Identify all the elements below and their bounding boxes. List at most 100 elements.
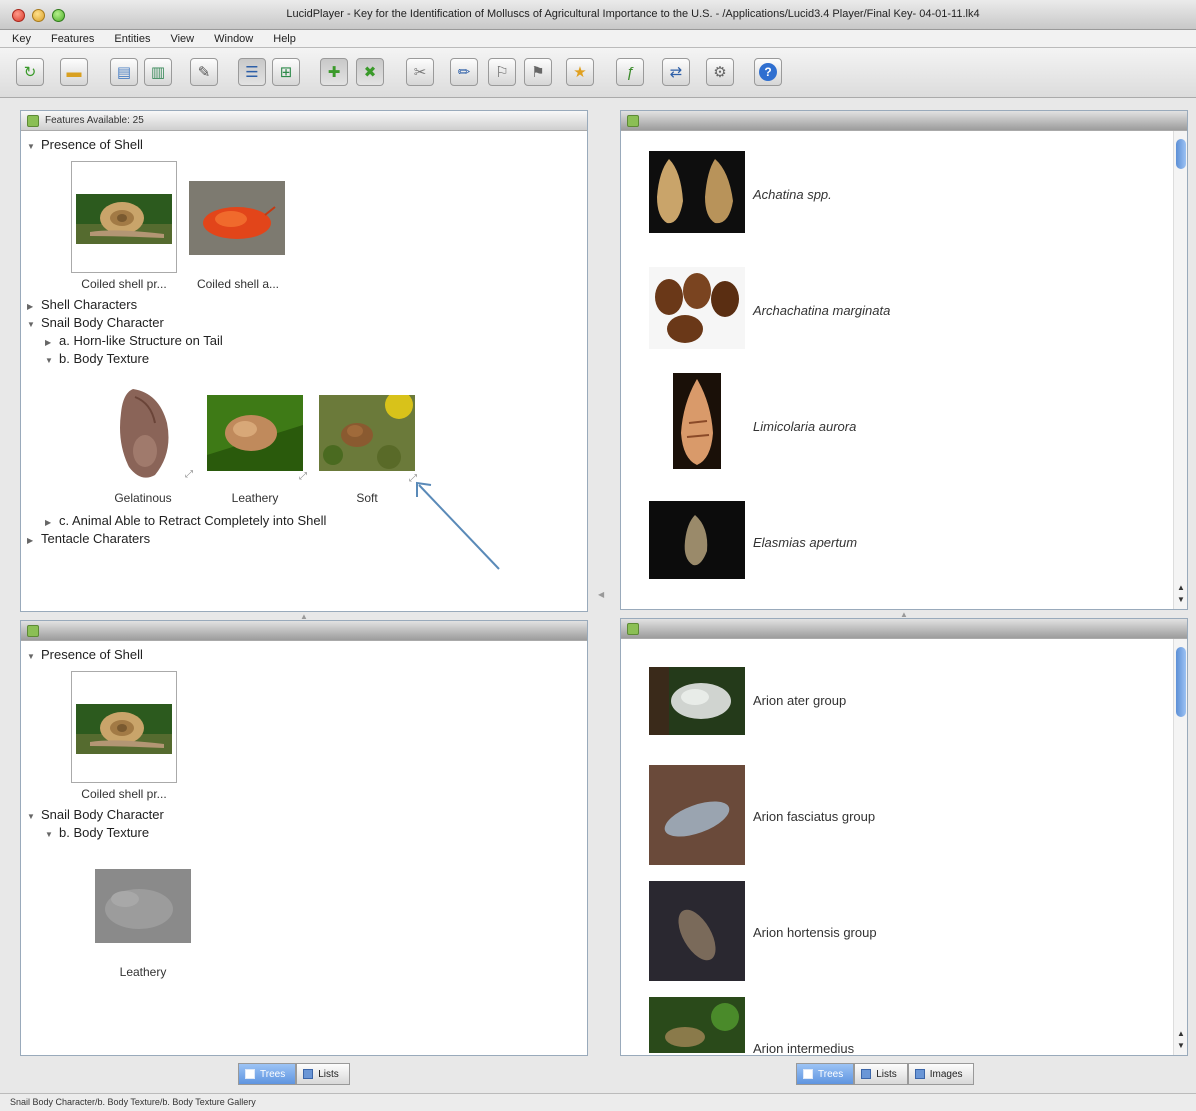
coiled-shell-photo — [76, 704, 172, 754]
notes-icon[interactable]: ✎ — [190, 58, 218, 86]
entity-name: Archachatina marginata — [753, 303, 891, 318]
expanded-triangle-icon: ▼ — [45, 356, 53, 365]
tab-label: Trees — [260, 1068, 286, 1080]
archachatina-photo — [649, 267, 745, 349]
star-icon[interactable]: ★ — [566, 58, 594, 86]
title-bar: LucidPlayer - Key for the Identification… — [0, 0, 1196, 30]
entity-name: Elasmias apertum — [753, 535, 858, 550]
list-view-icon[interactable]: ☰ — [238, 58, 266, 86]
discarded-icon[interactable]: ✖ — [356, 58, 384, 86]
thumb-caption: Leathery — [119, 965, 167, 979]
thumb-soft[interactable] — [319, 391, 415, 474]
prune-icon[interactable]: ⚑ — [524, 58, 552, 86]
thumb-caption: Soft — [356, 491, 378, 505]
thumb-leathery[interactable] — [207, 395, 303, 474]
arion-intermedius-photo — [649, 997, 745, 1053]
node-label: a. Horn-like Structure on Tail — [59, 333, 223, 348]
scrollbar-thumb[interactable] — [1176, 139, 1186, 169]
node-label: Tentacle Charaters — [41, 531, 151, 546]
help-icon[interactable]: ? — [754, 58, 782, 86]
images-icon — [914, 1069, 925, 1079]
thumb-caption: Coiled shell pr... — [81, 277, 167, 291]
entity-name: Arion intermedius — [753, 1041, 855, 1056]
features-available-label: Features Available: 25 — [45, 115, 144, 126]
tree-view-icon[interactable]: ⊞ — [272, 58, 300, 86]
menu-features[interactable]: Features — [51, 33, 94, 45]
entities-icon[interactable]: ▥ — [144, 58, 172, 86]
tree-node-presence-of-shell[interactable]: ▼ Presence of Shell — [27, 647, 143, 662]
coiled-shell-photo — [76, 194, 172, 244]
tree-node-snail-body-character[interactable]: ▼ Snail Body Character — [27, 807, 164, 822]
elasmias-photo — [649, 501, 745, 579]
features-available-header: Features Available: 25 — [21, 111, 587, 131]
collapsed-triangle-icon: ▶ — [45, 338, 52, 347]
tree-node-body-texture[interactable]: ▼ b. Body Texture — [45, 351, 149, 366]
tab-lists[interactable]: Lists — [854, 1063, 908, 1085]
tab-label: Lists — [876, 1068, 897, 1080]
best-icon[interactable]: ⚐ — [488, 58, 516, 86]
collapsed-triangle-icon: ▶ — [27, 302, 34, 311]
menu-window[interactable]: Window — [214, 33, 253, 45]
menu-entities[interactable]: Entities — [114, 33, 150, 45]
tree-node-tentacle-characters[interactable]: ▶ Tentacle Charaters — [27, 531, 150, 546]
features-available-panel: Features Available: 25 ▼ Presence of Shel… — [20, 110, 588, 612]
thumb-caption: Gelatinous — [114, 491, 172, 505]
tab-trees[interactable]: Trees — [796, 1063, 855, 1085]
restart-icon[interactable]: ↻ — [16, 58, 44, 86]
tree-node-horn-like-structure[interactable]: ▶ a. Horn-like Structure on Tail — [45, 333, 223, 348]
pencil-icon[interactable]: ✏ — [450, 58, 478, 86]
expanded-triangle-icon: ▼ — [45, 830, 53, 839]
zoom-window-button[interactable] — [52, 9, 65, 22]
scroll-up-arrow-icon[interactable]: ▲ — [1176, 583, 1186, 593]
diff-icon[interactable]: ⇄ — [662, 58, 690, 86]
lists-icon — [861, 1069, 872, 1079]
thumb-gelatinous[interactable] — [115, 383, 171, 484]
tree-node-presence-of-shell[interactable]: ▼ Presence of Shell — [27, 137, 143, 152]
settings-icon[interactable]: ⚙ — [706, 58, 734, 86]
leathery-texture-photo — [95, 869, 191, 943]
scroll-up-arrow-icon[interactable]: ▲ — [1176, 1029, 1186, 1039]
collapsed-triangle-icon: ▶ — [27, 536, 34, 545]
tab-trees[interactable]: Trees — [238, 1063, 297, 1085]
entities-icon — [627, 622, 639, 635]
features-icon[interactable]: ▤ — [110, 58, 138, 86]
thumb-coiled-shell-present[interactable] — [71, 671, 177, 783]
minimize-window-button[interactable] — [32, 9, 45, 22]
scroll-down-arrow-icon[interactable]: ▼ — [1176, 1041, 1186, 1051]
vertical-scrollbar[interactable]: ▲ ▼ — [1173, 639, 1187, 1055]
vertical-scrollbar[interactable]: ▲ ▼ — [1173, 131, 1187, 609]
annotation-arrow-icon — [416, 481, 500, 570]
arion-fasciatus-photo — [649, 765, 745, 865]
tree-node-shell-characters[interactable]: ▶ Shell Characters — [27, 297, 137, 312]
thumb-leathery[interactable] — [95, 869, 191, 946]
node-label: b. Body Texture — [59, 825, 150, 840]
node-label: b. Body Texture — [59, 351, 150, 366]
tree-node-body-texture[interactable]: ▼ b. Body Texture — [45, 825, 149, 840]
trees-icon — [245, 1069, 255, 1079]
menu-view[interactable]: View — [170, 33, 194, 45]
zoom-icon[interactable]: ⤢ — [299, 471, 307, 482]
open-folder-icon[interactable]: ▬ — [60, 58, 88, 86]
menu-help[interactable]: Help — [273, 33, 296, 45]
split-handle[interactable]: ◀ — [598, 590, 604, 599]
achatina-photo — [649, 151, 745, 233]
toolbar: ↻ ▬ ▤ ▥ ✎ ☰ ⊞ ✚ ✖ ✂ ✏ ⚐ ⚑ ★ ƒ ⇄ ⚙ ? — [0, 48, 1196, 98]
tree-node-retract-into-shell[interactable]: ▶ c. Animal Able to Retract Completely in… — [45, 513, 326, 528]
status-bar: Snail Body Character/b. Body Texture/b. … — [0, 1093, 1196, 1111]
pin-icon[interactable]: ✂ — [406, 58, 434, 86]
menu-bar: Key Features Entities View Window Help — [0, 30, 1196, 48]
close-window-button[interactable] — [12, 9, 25, 22]
node-label: Snail Body Character — [41, 315, 164, 330]
available-icon[interactable]: ✚ — [320, 58, 348, 86]
scroll-down-arrow-icon[interactable]: ▼ — [1176, 595, 1186, 605]
zoom-icon[interactable]: ⤢ — [185, 469, 193, 480]
thumb-coiled-shell-absent[interactable] — [189, 181, 285, 258]
entity-name: Arion hortensis group — [753, 925, 877, 940]
tab-lists[interactable]: Lists — [296, 1063, 350, 1085]
fx-icon[interactable]: ƒ — [616, 58, 644, 86]
tree-node-snail-body-character[interactable]: ▼ Snail Body Character — [27, 315, 164, 330]
tab-images[interactable]: Images — [907, 1063, 974, 1085]
menu-key[interactable]: Key — [12, 33, 31, 45]
scrollbar-thumb[interactable] — [1176, 647, 1186, 717]
thumb-coiled-shell-present[interactable] — [71, 161, 177, 273]
